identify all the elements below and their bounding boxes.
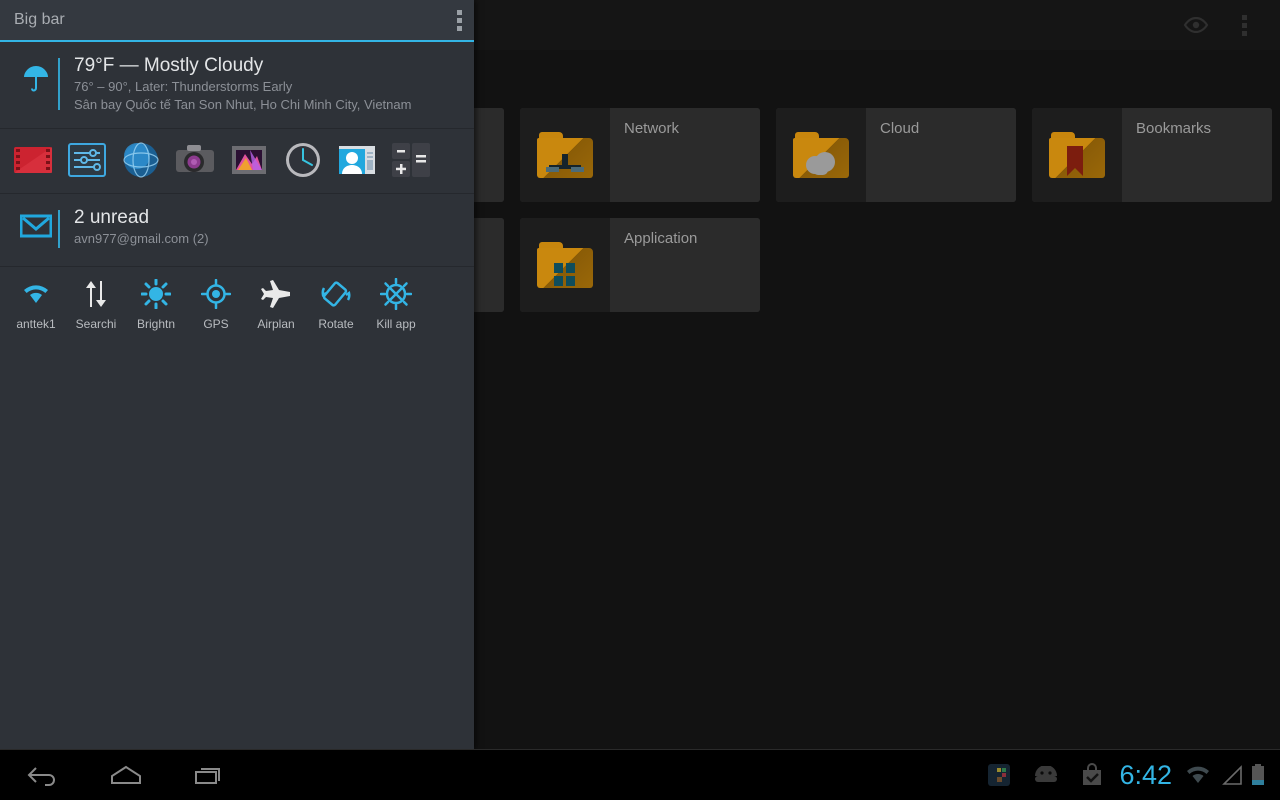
overflow-menu-icon[interactable] bbox=[457, 10, 462, 31]
camera-icon[interactable] bbox=[172, 137, 218, 183]
toggle-rotate[interactable]: Rotate bbox=[306, 277, 366, 331]
eye-glyph bbox=[1183, 17, 1209, 33]
movies-icon[interactable] bbox=[10, 137, 56, 183]
contacts-person-icon[interactable] bbox=[334, 137, 380, 183]
nav-buttons bbox=[0, 758, 230, 792]
toggle-label: Brightn bbox=[137, 317, 175, 331]
rotate-screen-icon bbox=[320, 277, 352, 311]
mail-title: 2 unread bbox=[74, 206, 460, 230]
gmail-envelope-icon bbox=[14, 206, 58, 238]
home-icon[interactable] bbox=[106, 758, 146, 792]
recents-icon[interactable] bbox=[190, 758, 230, 792]
signal-triangle-icon bbox=[1216, 764, 1248, 786]
airplane-icon bbox=[260, 277, 292, 311]
brightness-sun-icon bbox=[141, 277, 171, 311]
folder-tile-label: Application bbox=[610, 218, 760, 312]
umbrella-icon bbox=[14, 54, 58, 94]
toggle-label: GPS bbox=[203, 317, 228, 331]
toggle-brightness[interactable]: Brightn bbox=[126, 277, 186, 331]
battery-icon bbox=[1248, 763, 1268, 787]
mail-notification[interactable]: 2 unread avn977@gmail.com (2) bbox=[0, 194, 474, 266]
accent-bar bbox=[58, 58, 60, 110]
app-shortcut-row bbox=[0, 129, 474, 193]
gps-target-icon bbox=[201, 277, 231, 311]
android-robot-icon bbox=[1021, 766, 1071, 784]
weather-text: 79°F — Mostly Cloudy 76° – 90°, Later: T… bbox=[74, 54, 460, 114]
folder-glyph bbox=[1049, 132, 1105, 178]
weather-range: 76° – 90°, Later: Thunderstorms Early bbox=[74, 78, 460, 96]
toggle-label: Airplan bbox=[257, 317, 294, 331]
folder-cloud-icon bbox=[776, 108, 866, 202]
folder-network-icon bbox=[520, 108, 610, 202]
folder-application-icon bbox=[520, 218, 610, 312]
folder-tile-network[interactable]: Network bbox=[520, 108, 760, 202]
calculator-icon[interactable] bbox=[388, 137, 434, 183]
toggle-label: anttek1 bbox=[16, 317, 55, 331]
kill-app-icon bbox=[380, 277, 412, 311]
toggle-label: Searchi bbox=[76, 317, 117, 331]
folder-tile-application[interactable]: Application bbox=[520, 218, 760, 312]
accent-bar bbox=[58, 210, 60, 248]
gallery-photo-icon[interactable] bbox=[226, 137, 272, 183]
page-title: Big bar bbox=[14, 11, 65, 29]
weather-title: 79°F — Mostly Cloudy bbox=[74, 54, 460, 78]
folder-bookmark-icon bbox=[1032, 108, 1122, 202]
status-icons[interactable]: 6:42 bbox=[977, 760, 1280, 791]
toggle-kill-app[interactable]: Kill app bbox=[366, 277, 426, 331]
toggle-label: Rotate bbox=[318, 317, 353, 331]
toggle-label: Kill app bbox=[376, 317, 415, 331]
panel-title-bar: Big bar bbox=[0, 0, 474, 40]
notification-panel: Big bar 79°F — Mostly Cloudy 76° – 90°, … bbox=[0, 0, 474, 750]
app-shortcut-icon[interactable] bbox=[977, 763, 1021, 787]
folder-tile-label: Cloud bbox=[866, 108, 1016, 202]
system-navigation-bar: 6:42 bbox=[0, 750, 1280, 800]
folder-tile-cloud[interactable]: Cloud bbox=[776, 108, 1016, 202]
mail-text: 2 unread avn977@gmail.com (2) bbox=[74, 206, 460, 248]
sync-arrows-icon bbox=[83, 277, 109, 311]
folder-tile-label: Bookmarks bbox=[1122, 108, 1272, 202]
toggle-airplane[interactable]: Airplan bbox=[246, 277, 306, 331]
folder-tile-label: Network bbox=[610, 108, 760, 202]
browser-globe-icon[interactable] bbox=[118, 137, 164, 183]
status-clock: 6:42 bbox=[1113, 760, 1180, 791]
clock-icon[interactable] bbox=[280, 137, 326, 183]
toggle-gps[interactable]: GPS bbox=[186, 277, 246, 331]
play-store-bag-icon bbox=[1071, 763, 1113, 787]
settings-sliders-icon[interactable] bbox=[64, 137, 110, 183]
mail-account: avn977@gmail.com (2) bbox=[74, 230, 460, 248]
wifi-status-icon bbox=[1180, 764, 1216, 786]
back-arrow-icon[interactable] bbox=[22, 758, 62, 792]
folder-glyph bbox=[537, 132, 593, 178]
overflow-dots bbox=[1242, 15, 1247, 36]
weather-location: Sân bay Quốc tế Tan Son Nhut, Ho Chi Min… bbox=[74, 96, 460, 114]
folder-glyph bbox=[537, 242, 593, 288]
weather-notification[interactable]: 79°F — Mostly Cloudy 76° – 90°, Later: T… bbox=[0, 42, 474, 128]
folder-tile-bookmarks[interactable]: Bookmarks bbox=[1032, 108, 1272, 202]
wifi-icon bbox=[20, 277, 52, 311]
toggle-sync[interactable]: Searchi bbox=[66, 277, 126, 331]
toggle-wifi[interactable]: anttek1 bbox=[6, 277, 66, 331]
overflow-menu-icon[interactable] bbox=[1220, 0, 1268, 50]
eye-icon[interactable] bbox=[1172, 0, 1220, 50]
quick-toggle-row: anttek1 Searchi bbox=[0, 267, 474, 339]
folder-glyph bbox=[793, 132, 849, 178]
